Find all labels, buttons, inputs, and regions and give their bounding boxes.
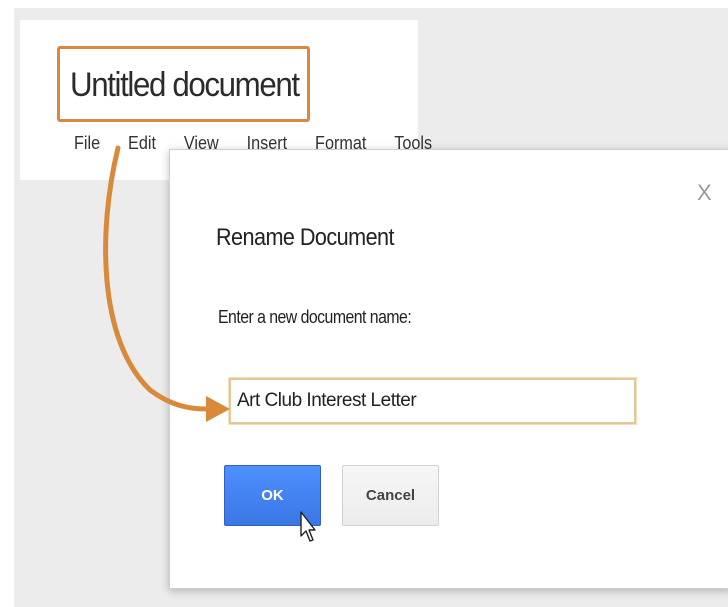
menu-file[interactable]: File	[74, 133, 100, 154]
dialog-title: Rename Document	[216, 224, 395, 251]
document-name-input[interactable]	[228, 377, 637, 425]
menu-edit[interactable]: Edit	[128, 133, 156, 154]
document-title[interactable]: Untitled document	[70, 66, 300, 105]
mouse-pointer-icon	[300, 511, 316, 542]
close-icon[interactable]: X	[697, 180, 712, 206]
cancel-button[interactable]: Cancel	[342, 465, 439, 526]
document-name-label: Enter a new document name:	[218, 307, 412, 327]
